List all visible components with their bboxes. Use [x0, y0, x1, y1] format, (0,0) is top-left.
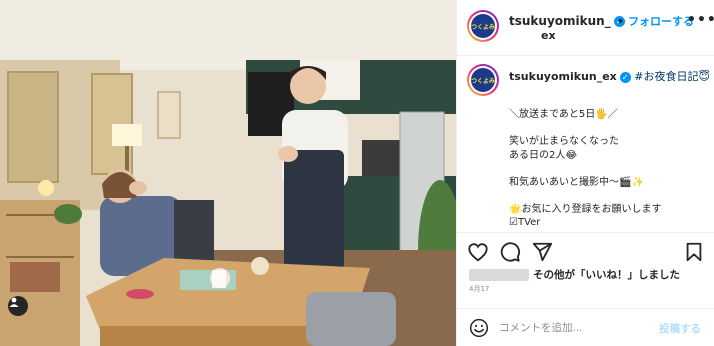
likes-text[interactable]: その他が「いいね！」しました: [533, 267, 680, 282]
separator-dot: •: [617, 15, 625, 28]
post-comment-button[interactable]: 投稿する: [659, 321, 701, 336]
post-date[interactable]: 4月17: [469, 284, 489, 294]
caption-avatar-text: つくよみ: [471, 68, 495, 92]
photo-scene: [0, 0, 456, 346]
caption-header: tsukuyomikun_ex ✓ #お夜食日記😇: [509, 68, 710, 84]
header-username[interactable]: tsukuyomikun_ ✓: [509, 14, 625, 28]
caption-line: 🌟お気に入り登録をお願いします: [509, 203, 662, 215]
caption-username[interactable]: tsukuyomikun_ex: [509, 70, 617, 83]
caption-line: ☑TVer: [509, 217, 541, 228]
caption-hashtag[interactable]: #お夜食日記😇: [634, 70, 710, 83]
post-photo[interactable]: [0, 0, 456, 346]
bookmark-icon[interactable]: [683, 241, 705, 263]
comment-input[interactable]: [499, 319, 649, 337]
more-options-icon[interactable]: •••: [687, 12, 714, 28]
verified-icon: ✓: [619, 71, 631, 83]
avatar-text: つくよみ: [471, 14, 495, 38]
heart-icon[interactable]: [467, 241, 489, 263]
post-header: つくよみ tsukuyomikun_ ✓ ex • フォローする •••: [457, 0, 714, 56]
comment-bar: 投稿する: [457, 308, 714, 346]
header-username-line2[interactable]: ex: [541, 29, 556, 42]
liker-name-blurred: [469, 268, 529, 281]
caption-line: ある日の2人😂: [509, 149, 578, 161]
emoji-icon[interactable]: [469, 318, 489, 338]
follow-label[interactable]: フォローする: [628, 15, 694, 28]
follow-button[interactable]: • フォローする: [617, 13, 694, 29]
action-bar: その他が「いいね！」しました 4月17: [457, 232, 714, 316]
caption-text: ＼放送まであと5日🖐／ 笑いが止まらなくなった ある日の2人😂 和気あいあいと撮…: [509, 108, 709, 230]
header-username-line1[interactable]: tsukuyomikun_: [509, 14, 611, 28]
share-icon[interactable]: [531, 241, 553, 263]
likes-summary[interactable]: その他が「いいね！」しました: [469, 267, 680, 282]
caption-line: 和気あいあいと撮影中～🎬✨: [509, 176, 644, 188]
caption-line: ＼放送まであと5日🖐／: [509, 109, 618, 120]
avatar[interactable]: つくよみ: [467, 10, 499, 42]
caption-line: 笑いが止まらなくなった: [509, 136, 619, 147]
comment-icon[interactable]: [499, 241, 521, 263]
user-tag-icon[interactable]: [8, 296, 28, 316]
caption-section: つくよみ tsukuyomikun_ex ✓ #お夜食日記😇 ＼放送まであと5日🖐…: [457, 56, 714, 232]
post-sidebar: つくよみ tsukuyomikun_ ✓ ex • フォローする ••• つくよみ …: [456, 0, 714, 346]
caption-avatar[interactable]: つくよみ: [467, 64, 499, 96]
